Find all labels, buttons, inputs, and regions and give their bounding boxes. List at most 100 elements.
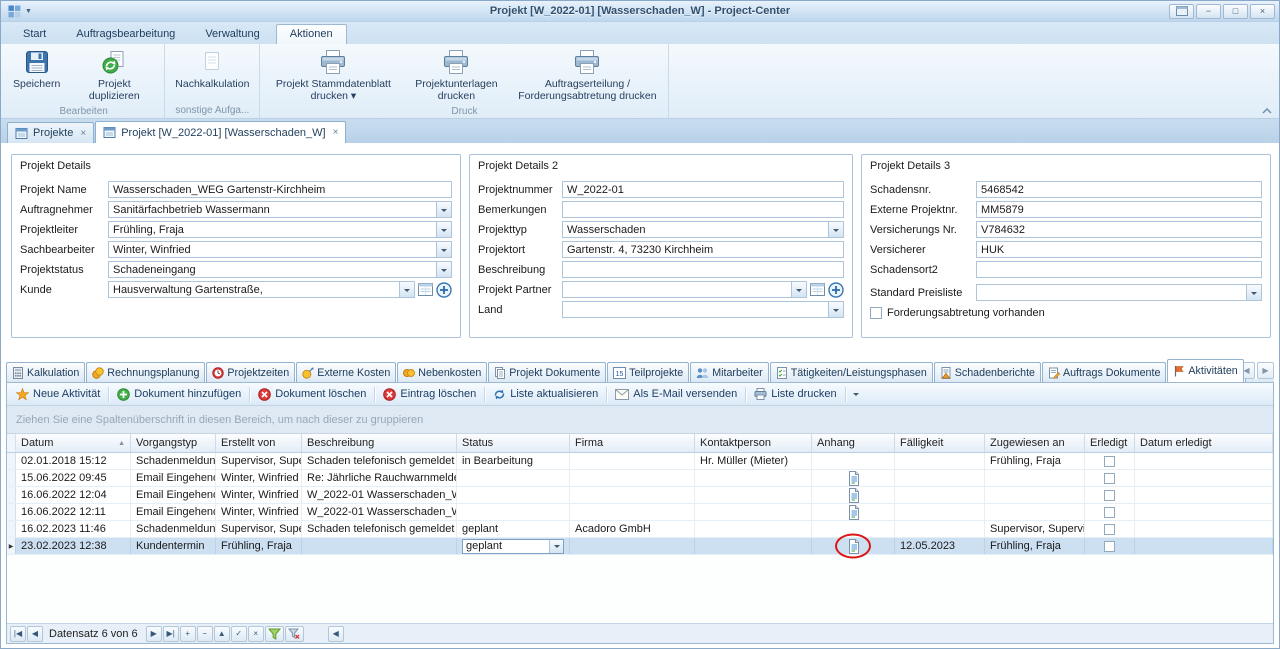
dropdown-button[interactable]: [549, 540, 563, 553]
ribbon-button-nachkalkulation[interactable]: Nachkalkulation: [168, 45, 256, 93]
nav-cancel-edit-button[interactable]: ×: [248, 626, 264, 642]
nav-append-button[interactable]: +: [180, 626, 196, 642]
close-tab-icon[interactable]: ×: [333, 127, 339, 138]
column-header-firma[interactable]: Firma: [570, 434, 695, 452]
tab-nebenkosten[interactable]: Nebenkosten: [397, 362, 487, 382]
minimize-button[interactable]: −: [1196, 4, 1221, 19]
add-new-record-button[interactable]: [436, 282, 452, 298]
status-dropdown[interactable]: geplant: [462, 539, 564, 554]
ribbon-tab-start[interactable]: Start: [9, 24, 60, 44]
toolbar-button-dokument-hinzufügen[interactable]: Dokument hinzufügen: [111, 385, 247, 404]
ribbon-button-auftragserteilung-forderungsabtretung-drucken[interactable]: Auftragserteilung / Forderungsabtretung …: [509, 45, 665, 105]
column-header-beschreibung[interactable]: Beschreibung: [302, 434, 457, 452]
column-header-erledigt[interactable]: Erledigt: [1085, 434, 1135, 452]
erledigt-checkbox[interactable]: [1104, 473, 1115, 484]
tab-projektzeiten[interactable]: Projektzeiten: [206, 362, 295, 382]
grid-row[interactable]: 15.06.2022 09:45Email EingehendWinter, W…: [7, 470, 1273, 487]
document-tab-projekt-w-2022-01-wasserscha[interactable]: Projekt [W_2022-01] [Wasserschaden_W]×: [95, 121, 346, 143]
input-kunde[interactable]: [109, 282, 399, 297]
ribbon-button-projekt-stammdatenblatt-drucken[interactable]: Projekt Stammdatenblatt drucken ▾: [263, 45, 403, 105]
ribbon-button-projektunterlagen-drucken[interactable]: Projektunterlagen drucken: [403, 45, 509, 105]
dropdown-button[interactable]: [436, 262, 451, 277]
column-header-status[interactable]: Status: [457, 434, 570, 452]
dropdown-button[interactable]: [1246, 285, 1261, 300]
input-projektort[interactable]: [563, 242, 843, 257]
column-header-erstellt-von[interactable]: Erstellt von: [216, 434, 302, 452]
tab-teilprojekte[interactable]: 15Teilprojekte: [607, 362, 689, 382]
tab-rechnungsplanung[interactable]: Rechnungsplanung: [86, 362, 205, 382]
input-projektleiter[interactable]: [109, 222, 436, 237]
input-externe-projektnr[interactable]: [977, 202, 1261, 217]
toolbar-button-liste-drucken[interactable]: Liste drucken: [748, 385, 842, 403]
tab-mitarbeiter[interactable]: Mitarbeiter: [690, 362, 768, 382]
dropdown-button[interactable]: [399, 282, 414, 297]
nav-edit-button[interactable]: ▲: [214, 626, 230, 642]
column-header-datum-erledigt[interactable]: Datum erledigt: [1135, 434, 1273, 452]
tab-tätigkeiten-leistungsphasen[interactable]: Tätigkeiten/Leistungsphasen: [770, 362, 933, 382]
erledigt-checkbox[interactable]: [1104, 456, 1115, 467]
quick-access-dropdown-icon[interactable]: ▼: [25, 8, 32, 15]
edit-filter-icon[interactable]: [285, 626, 304, 642]
toolbar-button-neue-aktivität[interactable]: Neue Aktivität: [10, 385, 106, 404]
input-versicherungs-nr[interactable]: [977, 222, 1261, 237]
toolbar-overflow-icon[interactable]: [848, 388, 864, 401]
tab-externe-kosten[interactable]: Externe Kosten: [296, 362, 396, 382]
column-header-datum[interactable]: Datum▲: [16, 434, 131, 452]
input-beschreibung[interactable]: [563, 262, 843, 277]
toolbar-button-dokument-löschen[interactable]: Dokument löschen: [252, 385, 372, 404]
grid-row[interactable]: 16.06.2022 12:04Email EingehendWinter, W…: [7, 487, 1273, 504]
column-header-zugewiesen-an[interactable]: Zugewiesen an: [985, 434, 1085, 452]
toolbar-button-als-e-mail-versenden[interactable]: Als E-Mail versenden: [609, 385, 743, 403]
column-header-fälligkeit[interactable]: Fälligkeit: [895, 434, 985, 452]
tab-kalkulation[interactable]: Kalkulation: [6, 362, 85, 382]
grid-row[interactable]: 02.01.2018 15:12SchadenmeldungSupervisor…: [7, 453, 1273, 470]
column-header-kontaktperson[interactable]: Kontaktperson: [695, 434, 812, 452]
column-header-vorgangstyp[interactable]: Vorgangstyp: [131, 434, 216, 452]
erledigt-checkbox[interactable]: [1104, 524, 1115, 535]
open-detail-button[interactable]: [418, 283, 433, 296]
dropdown-button[interactable]: [828, 222, 843, 237]
input-standard-preisliste[interactable]: [977, 285, 1246, 300]
input-schadensnr[interactable]: [977, 182, 1261, 197]
input-versicherer[interactable]: [977, 242, 1261, 257]
input-schadensort2[interactable]: [977, 262, 1261, 277]
dropdown-button[interactable]: [436, 242, 451, 257]
ribbon-tab-auftragsbearbeitung[interactable]: Auftragsbearbeitung: [62, 24, 189, 44]
nav-last-button[interactable]: ▶|: [163, 626, 179, 642]
add-new-record-button[interactable]: [828, 282, 844, 298]
dropdown-button[interactable]: [791, 282, 806, 297]
nav-next-button[interactable]: ▶: [146, 626, 162, 642]
input-projekt-partner[interactable]: [563, 282, 791, 297]
input-land[interactable]: [563, 302, 828, 317]
open-detail-button[interactable]: [810, 283, 825, 296]
input-projekt-name[interactable]: [109, 182, 451, 197]
tab-auftrags-dokumente[interactable]: Auftrags Dokumente: [1042, 362, 1166, 382]
input-auftragnehmer[interactable]: [109, 202, 436, 217]
collapse-ribbon-icon[interactable]: [1262, 108, 1272, 114]
ribbon-tab-aktionen[interactable]: Aktionen: [276, 24, 347, 44]
grid-row[interactable]: 16.06.2022 12:11Email EingehendWinter, W…: [7, 504, 1273, 521]
filter-icon[interactable]: [265, 626, 284, 642]
column-header-anhang[interactable]: Anhang: [812, 434, 895, 452]
nav-end-edit-button[interactable]: ✓: [231, 626, 247, 642]
grid-row[interactable]: ▶23.02.2023 12:38KundenterminFrühling, F…: [7, 538, 1273, 555]
dropdown-button[interactable]: [436, 222, 451, 237]
ribbon-button-speichern[interactable]: Speichern: [6, 45, 67, 93]
forderungsabtretung-checkbox[interactable]: [870, 307, 882, 319]
tab-scroll-right-icon[interactable]: ▶: [1257, 362, 1274, 379]
document-tab-projekte[interactable]: Projekte×: [7, 122, 94, 143]
dropdown-button[interactable]: [436, 202, 451, 217]
erledigt-checkbox[interactable]: [1104, 541, 1115, 552]
grid-row[interactable]: 16.02.2023 11:46SchadenmeldungSupervisor…: [7, 521, 1273, 538]
dropdown-button[interactable]: [828, 302, 843, 317]
nav-previous-button[interactable]: ◀: [27, 626, 43, 642]
ribbon-tab-verwaltung[interactable]: Verwaltung: [191, 24, 273, 44]
tab-schadenberichte[interactable]: Schadenberichte: [934, 362, 1041, 382]
close-button[interactable]: ×: [1250, 4, 1275, 19]
input-projekttyp[interactable]: [563, 222, 828, 237]
erledigt-checkbox[interactable]: [1104, 507, 1115, 518]
style-button[interactable]: [1169, 4, 1194, 19]
app-icon[interactable]: [8, 5, 21, 18]
nav-first-button[interactable]: |◀: [10, 626, 26, 642]
input-sachbearbeiter[interactable]: [109, 242, 436, 257]
